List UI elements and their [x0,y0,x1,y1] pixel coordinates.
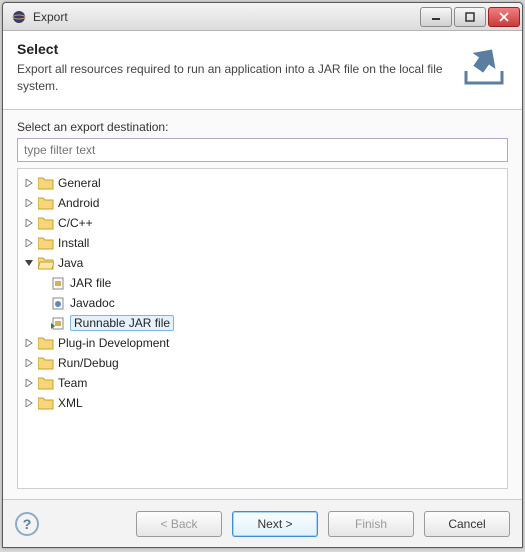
window-title: Export [33,10,420,24]
folder-icon [38,376,54,390]
tree-item-javadoc[interactable]: Javadoc [20,293,505,313]
help-button[interactable]: ? [15,512,39,536]
chevron-right-icon[interactable] [22,396,36,410]
tree-label: XML [58,396,83,410]
wizard-header: Select Export all resources required to … [3,31,522,110]
close-button[interactable] [488,7,520,27]
folder-icon [38,216,54,230]
page-description: Export all resources required to run an … [17,61,452,95]
javadoc-icon [50,296,66,310]
export-icon [460,41,508,89]
chevron-right-icon[interactable] [22,176,36,190]
runnable-jar-icon [50,316,66,330]
jar-icon [50,276,66,290]
tree-item-rundebug[interactable]: Run/Debug [20,353,505,373]
tree-label: Runnable JAR file [70,315,174,331]
maximize-icon [465,12,475,22]
chevron-right-icon[interactable] [22,236,36,250]
tree-label: Android [58,196,99,210]
tree-label: Team [58,376,87,390]
tree-label: Javadoc [70,296,115,310]
destination-label: Select an export destination: [17,120,508,134]
export-window: Export Select Export all resources requi… [2,2,523,548]
window-controls [420,7,520,27]
finish-button[interactable]: Finish [328,511,414,537]
page-title: Select [17,41,452,57]
folder-open-icon [38,256,54,270]
next-button[interactable]: Next > [232,511,318,537]
folder-icon [38,176,54,190]
wizard-body: Select an export destination: General An… [3,110,522,499]
tree-item-general[interactable]: General [20,173,505,193]
chevron-right-icon[interactable] [22,216,36,230]
titlebar[interactable]: Export [3,3,522,31]
export-tree[interactable]: General Android C/C++ Install Java [17,168,508,489]
eclipse-icon [11,9,27,25]
back-button[interactable]: < Back [136,511,222,537]
folder-icon [38,196,54,210]
tree-item-team[interactable]: Team [20,373,505,393]
tree-item-jar-file[interactable]: JAR file [20,273,505,293]
header-text: Select Export all resources required to … [17,41,452,95]
minimize-button[interactable] [420,7,452,27]
tree-label: JAR file [70,276,111,290]
tree-label: Run/Debug [58,356,119,370]
folder-icon [38,336,54,350]
maximize-button[interactable] [454,7,486,27]
chevron-right-icon[interactable] [22,336,36,350]
chevron-right-icon[interactable] [22,376,36,390]
tree-label: Plug-in Development [58,336,169,350]
button-bar: ? < Back Next > Finish Cancel [3,499,522,547]
filter-input[interactable] [17,138,508,162]
tree-item-android[interactable]: Android [20,193,505,213]
tree-label: General [58,176,101,190]
folder-icon [38,236,54,250]
chevron-down-icon[interactable] [22,256,36,270]
tree-item-java[interactable]: Java [20,253,505,273]
tree-item-runnable-jar[interactable]: Runnable JAR file [20,313,505,333]
tree-item-plugin[interactable]: Plug-in Development [20,333,505,353]
chevron-right-icon[interactable] [22,356,36,370]
tree-label: Java [58,256,83,270]
help-icon: ? [23,516,32,532]
folder-icon [38,356,54,370]
chevron-right-icon[interactable] [22,196,36,210]
tree-item-install[interactable]: Install [20,233,505,253]
folder-icon [38,396,54,410]
tree-label: C/C++ [58,216,93,230]
tree-item-ccpp[interactable]: C/C++ [20,213,505,233]
tree-label: Install [58,236,89,250]
tree-item-xml[interactable]: XML [20,393,505,413]
close-icon [499,12,509,22]
minimize-icon [431,12,441,22]
cancel-button[interactable]: Cancel [424,511,510,537]
